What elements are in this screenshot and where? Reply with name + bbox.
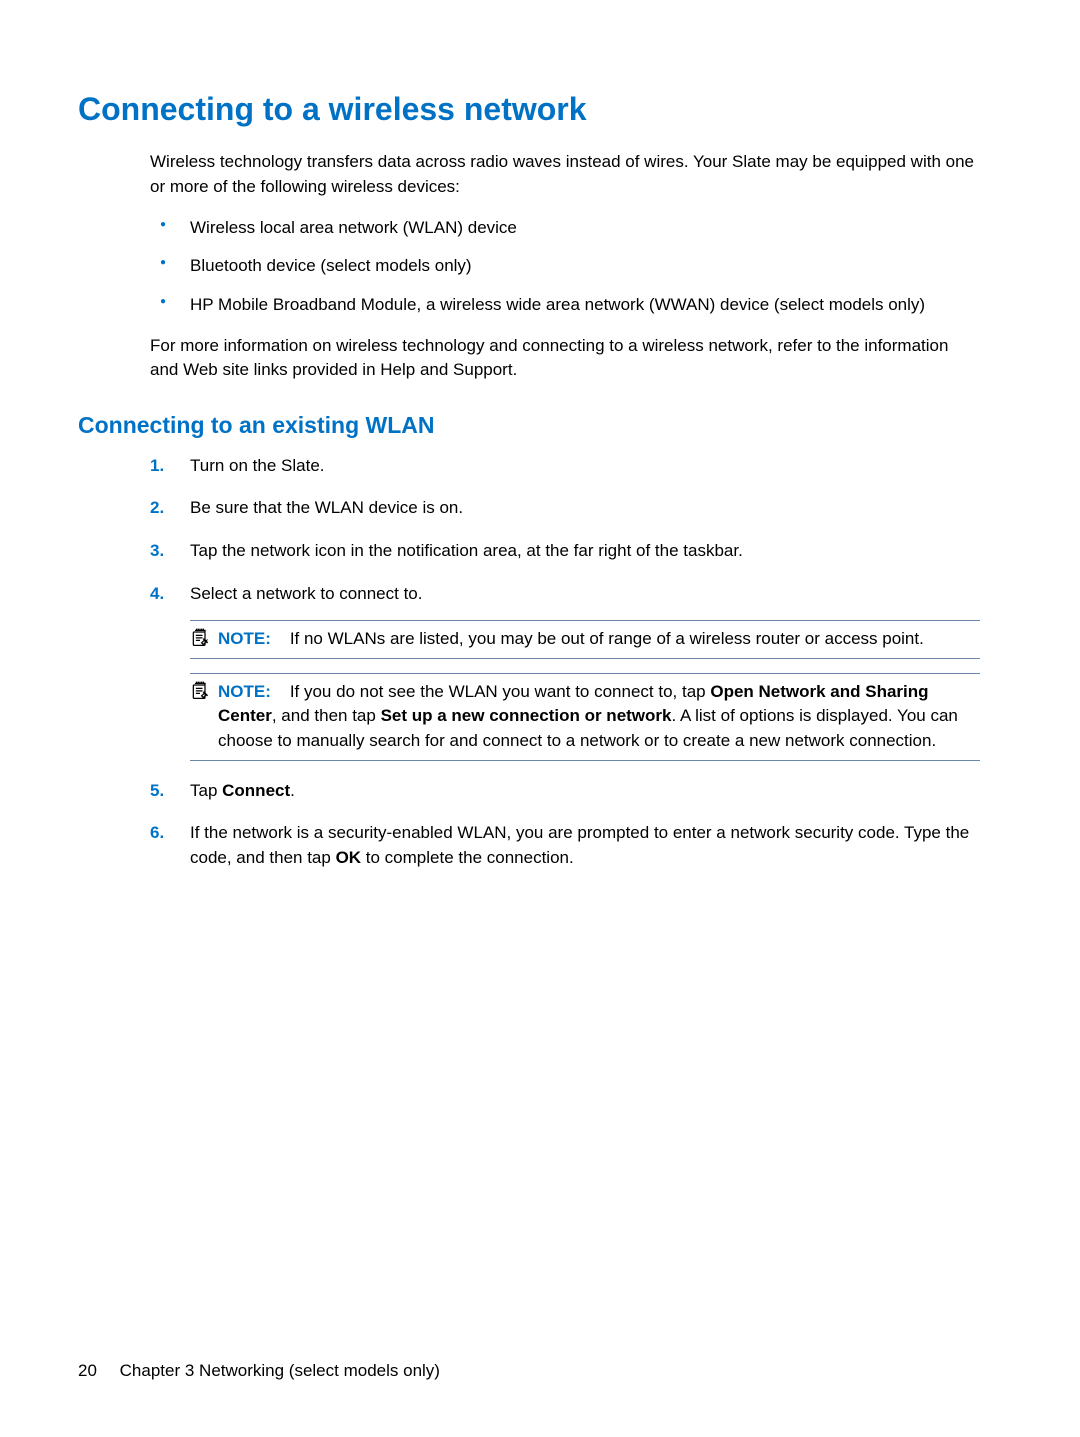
note-box: NOTE: If you do not see the WLAN you wan… <box>190 673 980 761</box>
device-list: Wireless local area network (WLAN) devic… <box>150 216 980 318</box>
list-item: Wireless local area network (WLAN) devic… <box>150 216 980 241</box>
step-text: Select a network to connect to. <box>190 584 422 603</box>
list-item: HP Mobile Broadband Module, a wireless w… <box>150 293 980 318</box>
document-page: Connecting to a wireless network Wireles… <box>0 0 1080 1437</box>
note-text-part: , and then tap <box>272 706 381 725</box>
intro-paragraph: Wireless technology transfers data acros… <box>150 150 980 199</box>
step-item: Select a network to connect to. <box>150 582 980 761</box>
note-icon <box>190 680 214 705</box>
chapter-label: Chapter 3 Networking (select models only… <box>120 1361 440 1380</box>
step-text-part: . <box>290 781 295 800</box>
step-bold: Connect <box>222 781 290 800</box>
step-text-part: If the network is a security-enabled WLA… <box>190 823 969 867</box>
note-box: NOTE: If no WLANs are listed, you may be… <box>190 620 980 659</box>
step-item: Turn on the Slate. <box>150 454 980 479</box>
step-item: If the network is a security-enabled WLA… <box>150 821 980 870</box>
step-bold: OK <box>336 848 362 867</box>
note-bold: Set up a new connection or network <box>381 706 672 725</box>
list-item: Bluetooth device (select models only) <box>150 254 980 279</box>
intro-section: Wireless technology transfers data acros… <box>150 150 980 382</box>
steps-section: Turn on the Slate. Be sure that the WLAN… <box>150 454 980 871</box>
step-text-part: Tap <box>190 781 222 800</box>
step-text-part: to complete the connection. <box>361 848 574 867</box>
heading-existing-wlan: Connecting to an existing WLAN <box>78 411 980 440</box>
note-icon <box>190 627 214 652</box>
page-footer: 20 Chapter 3 Networking (select models o… <box>78 1361 440 1381</box>
more-info-paragraph: For more information on wireless technol… <box>150 334 980 383</box>
steps-list: Turn on the Slate. Be sure that the WLAN… <box>150 454 980 871</box>
step-item: Be sure that the WLAN device is on. <box>150 496 980 521</box>
step-item: Tap the network icon in the notification… <box>150 539 980 564</box>
note-text: If no WLANs are listed, you may be out o… <box>290 629 924 648</box>
step-item: Tap Connect. <box>150 779 980 804</box>
page-number: 20 <box>78 1361 97 1380</box>
note-label: NOTE: <box>218 682 271 701</box>
note-text-part: If you do not see the WLAN you want to c… <box>290 682 711 701</box>
heading-connecting-wireless: Connecting to a wireless network <box>78 90 980 128</box>
note-label: NOTE: <box>218 629 271 648</box>
